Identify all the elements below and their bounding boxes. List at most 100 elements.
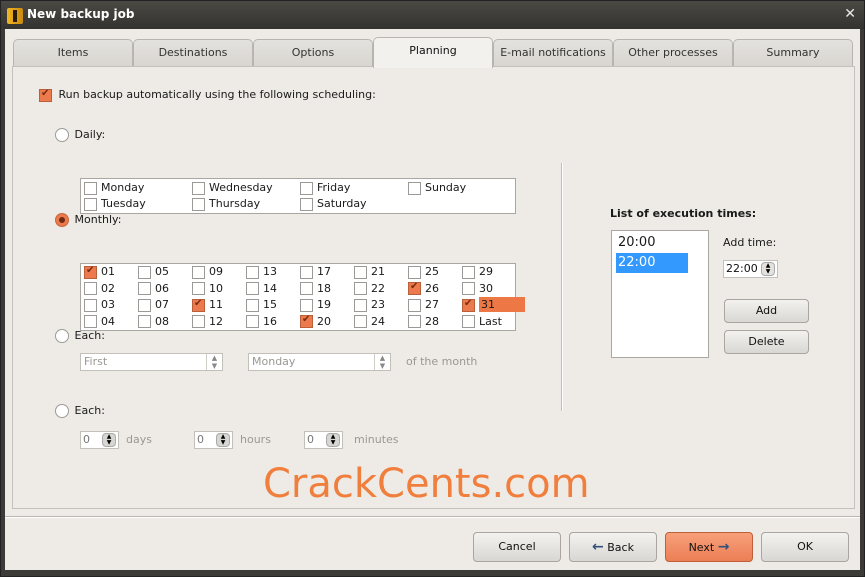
month-day-15[interactable]: 15 bbox=[246, 298, 277, 314]
spin-arrows-icon[interactable]: ▲ ▼ bbox=[326, 433, 340, 447]
spin-arrows-icon[interactable]: ▲ ▼ bbox=[761, 262, 775, 276]
month-day-14[interactable]: 14 bbox=[246, 282, 277, 298]
month-day-20[interactable]: 20 bbox=[300, 314, 331, 331]
month-day-checkbox[interactable] bbox=[300, 265, 313, 279]
day-checkbox[interactable] bbox=[300, 181, 313, 195]
month-day-02[interactable]: 02 bbox=[84, 282, 115, 298]
month-day-checkbox[interactable] bbox=[138, 265, 151, 279]
day-monday[interactable]: Monday bbox=[84, 181, 144, 197]
monthly-radio[interactable] bbox=[55, 213, 69, 227]
month-day-checkbox[interactable] bbox=[246, 315, 259, 328]
month-day-07[interactable]: 07 bbox=[138, 298, 169, 314]
tab-email-notifications[interactable]: E-mail notifications bbox=[493, 39, 613, 67]
month-day-24[interactable]: 24 bbox=[354, 315, 385, 331]
month-day-11[interactable]: 11 bbox=[192, 298, 223, 314]
month-day-last[interactable]: Last bbox=[462, 315, 502, 331]
month-day-31[interactable]: 31 bbox=[462, 297, 525, 314]
month-day-10[interactable]: 10 bbox=[192, 282, 223, 298]
month-day-checkbox[interactable] bbox=[84, 298, 97, 312]
each-weekday-radio[interactable] bbox=[55, 329, 69, 343]
month-day-checkbox[interactable] bbox=[192, 265, 205, 279]
month-day-checkbox[interactable] bbox=[408, 265, 421, 279]
month-day-checkbox[interactable] bbox=[192, 298, 205, 312]
day-thursday[interactable]: Thursday bbox=[192, 197, 260, 213]
month-day-03[interactable]: 03 bbox=[84, 298, 115, 314]
each-weekday-option[interactable]: Each: bbox=[55, 329, 105, 343]
month-day-checkbox[interactable] bbox=[246, 298, 259, 312]
month-day-checkbox[interactable] bbox=[138, 315, 151, 328]
days-spinner[interactable]: 0 ▲ ▼ bbox=[80, 431, 119, 449]
each-interval-radio[interactable] bbox=[55, 404, 69, 418]
month-day-19[interactable]: 19 bbox=[300, 298, 331, 314]
month-day-checkbox[interactable] bbox=[462, 265, 475, 279]
time-list-item-selected[interactable]: 22:00 bbox=[616, 253, 688, 273]
add-time-spinner[interactable]: 22:00 ▲ ▼ bbox=[723, 260, 778, 278]
month-day-checkbox[interactable] bbox=[408, 315, 421, 328]
minutes-spinner[interactable]: 0 ▲ ▼ bbox=[304, 431, 343, 449]
month-day-checkbox[interactable] bbox=[192, 282, 205, 295]
each-interval-option[interactable]: Each: bbox=[55, 404, 105, 418]
month-day-01[interactable]: 01 bbox=[84, 265, 115, 281]
cancel-button[interactable]: Cancel bbox=[473, 532, 561, 562]
ok-button[interactable]: OK bbox=[761, 532, 849, 562]
month-day-16[interactable]: 16 bbox=[246, 315, 277, 331]
month-day-checkbox[interactable] bbox=[300, 282, 313, 295]
month-day-checkbox[interactable] bbox=[462, 298, 475, 312]
execution-times-list[interactable]: 20:00 22:00 bbox=[611, 230, 709, 358]
spin-arrows-icon[interactable]: ▲ ▼ bbox=[374, 354, 390, 370]
time-list-item[interactable]: 20:00 bbox=[616, 233, 688, 253]
tab-items[interactable]: Items bbox=[13, 39, 133, 67]
month-day-checkbox[interactable] bbox=[84, 265, 97, 279]
month-day-22[interactable]: 22 bbox=[354, 282, 385, 298]
day-checkbox[interactable] bbox=[84, 197, 97, 211]
tab-other-processes[interactable]: Other processes bbox=[613, 39, 733, 67]
month-day-checkbox[interactable] bbox=[84, 315, 97, 328]
month-day-21[interactable]: 21 bbox=[354, 265, 385, 281]
hours-spinner[interactable]: 0 ▲ ▼ bbox=[194, 431, 233, 449]
month-day-checkbox[interactable] bbox=[408, 281, 421, 295]
tab-options[interactable]: Options bbox=[253, 39, 373, 67]
month-day-17[interactable]: 17 bbox=[300, 265, 331, 281]
day-checkbox[interactable] bbox=[192, 197, 205, 211]
month-day-checkbox[interactable] bbox=[84, 282, 97, 295]
close-icon[interactable]: ✕ bbox=[844, 6, 856, 22]
month-day-23[interactable]: 23 bbox=[354, 298, 385, 314]
monthly-option[interactable]: Monthly: bbox=[55, 213, 121, 227]
month-day-27[interactable]: 27 bbox=[408, 298, 439, 314]
month-day-29[interactable]: 29 bbox=[462, 265, 493, 281]
spin-arrows-icon[interactable]: ▲ ▼ bbox=[216, 433, 230, 447]
title-bar[interactable]: New backup job ✕ bbox=[1, 1, 864, 29]
month-day-checkbox[interactable] bbox=[408, 298, 421, 312]
delete-time-button[interactable]: Delete bbox=[724, 330, 809, 354]
month-day-checkbox[interactable] bbox=[300, 298, 313, 312]
auto-run-checkbox[interactable] bbox=[39, 88, 52, 102]
month-day-06[interactable]: 06 bbox=[138, 282, 169, 298]
month-day-checkbox[interactable] bbox=[462, 315, 475, 328]
month-day-28[interactable]: 28 bbox=[408, 315, 439, 331]
daily-option[interactable]: Daily: bbox=[55, 128, 105, 142]
month-day-checkbox[interactable] bbox=[354, 298, 367, 312]
tab-planning[interactable]: Planning bbox=[373, 37, 493, 68]
tab-summary[interactable]: Summary bbox=[733, 39, 853, 67]
month-day-05[interactable]: 05 bbox=[138, 265, 169, 281]
month-day-13[interactable]: 13 bbox=[246, 265, 277, 281]
month-day-checkbox[interactable] bbox=[354, 315, 367, 328]
month-day-checkbox[interactable] bbox=[246, 282, 259, 295]
day-checkbox[interactable] bbox=[300, 197, 313, 211]
day-checkbox[interactable] bbox=[192, 181, 205, 195]
day-friday[interactable]: Friday bbox=[300, 181, 350, 197]
day-wednesday[interactable]: Wednesday bbox=[192, 181, 273, 197]
day-checkbox[interactable] bbox=[84, 181, 97, 195]
month-day-checkbox[interactable] bbox=[462, 282, 475, 295]
month-day-12[interactable]: 12 bbox=[192, 315, 223, 331]
month-day-checkbox[interactable] bbox=[300, 314, 313, 328]
month-day-18[interactable]: 18 bbox=[300, 282, 331, 298]
spin-arrows-icon[interactable]: ▲ ▼ bbox=[206, 354, 222, 370]
month-day-09[interactable]: 09 bbox=[192, 265, 223, 281]
day-tuesday[interactable]: Tuesday bbox=[84, 197, 146, 213]
spin-arrows-icon[interactable]: ▲ ▼ bbox=[102, 433, 116, 447]
month-day-checkbox[interactable] bbox=[138, 282, 151, 295]
next-button[interactable]: Next → bbox=[665, 532, 753, 562]
month-day-checkbox[interactable] bbox=[246, 265, 259, 279]
month-day-checkbox[interactable] bbox=[192, 315, 205, 328]
